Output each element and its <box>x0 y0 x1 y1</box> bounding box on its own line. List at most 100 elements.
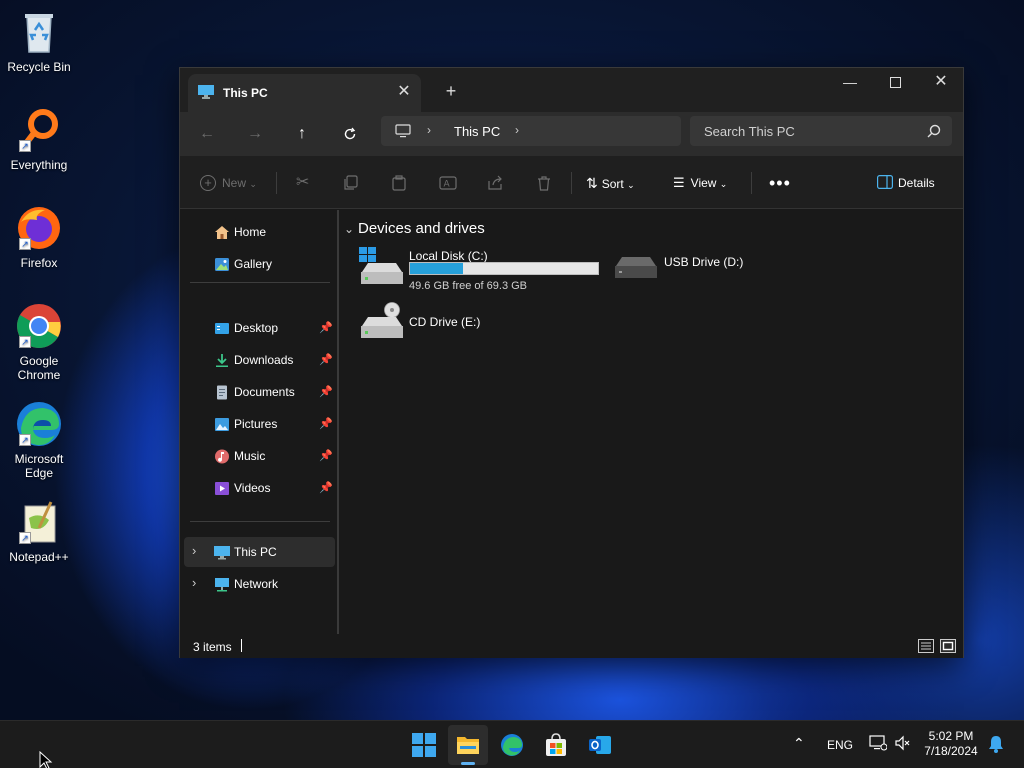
taskbar-outlook[interactable] <box>580 725 620 765</box>
sidebar-item-label: Music <box>234 449 266 463</box>
sidebar-item-desktop[interactable]: Desktop 📌 <box>184 313 335 343</box>
start-button[interactable] <box>404 725 444 765</box>
chevron-down-icon: ⌄ <box>344 222 355 236</box>
refresh-button[interactable] <box>335 120 365 148</box>
sidebar-item-gallery[interactable]: Gallery <box>184 249 335 279</box>
expand-chevron-icon[interactable]: › <box>192 543 196 558</box>
paste-button[interactable] <box>391 172 407 194</box>
show-hidden-icons-button[interactable]: ⌃ <box>793 735 805 752</box>
delete-button[interactable] <box>536 172 552 194</box>
pin-icon[interactable]: 📌 <box>319 321 333 334</box>
taskbar-edge[interactable] <box>492 725 532 765</box>
toolbar-divider <box>571 172 572 194</box>
desktop-icon-chrome[interactable]: ↗ Google Chrome <box>4 302 74 382</box>
view-button[interactable]: ☰ View ⌄ <box>673 172 727 194</box>
details-pane-icon <box>877 175 894 190</box>
pin-icon[interactable]: 📌 <box>319 417 333 430</box>
pin-icon[interactable]: 📌 <box>319 449 333 462</box>
local-disk-icon <box>359 247 403 284</box>
navigation-pane-scrollbar[interactable] <box>337 210 339 634</box>
sidebar-item-music[interactable]: Music 📌 <box>184 441 335 471</box>
address-bar[interactable]: › This PC › <box>381 116 681 146</box>
everything-search-icon: ↗ <box>15 106 63 154</box>
desktop-icon-recycle-bin[interactable]: Recycle Bin <box>4 8 74 74</box>
tab-this-pc[interactable]: This PC ✕ <box>188 74 421 112</box>
microsoft-store-icon <box>546 733 566 756</box>
minimize-button[interactable]: — <box>827 68 873 98</box>
sidebar-item-documents[interactable]: Documents 📌 <box>184 377 335 407</box>
cut-button[interactable]: ✂ <box>296 172 309 194</box>
chevron-down-icon: ⌄ <box>249 179 257 189</box>
details-label: Details <box>898 176 935 190</box>
maximize-button[interactable] <box>872 68 918 98</box>
sidebar-item-label: Network <box>234 577 279 591</box>
forward-button[interactable]: → <box>240 120 270 148</box>
volume-muted-icon[interactable] <box>895 735 911 754</box>
expand-chevron-icon[interactable]: › <box>192 575 196 590</box>
desktop-icon-firefox[interactable]: ↗ Firefox <box>4 204 74 270</box>
up-button[interactable]: ↑ <box>287 120 317 148</box>
sidebar-item-videos[interactable]: Videos 📌 <box>184 473 335 503</box>
navigation-pane: Home Gallery Desktop 📌 Downloads 📌 Docum… <box>180 210 338 634</box>
desktop-icon-notepadpp[interactable]: ↗ Notepad++ <box>4 498 74 564</box>
group-header-devices[interactable]: ⌄ Devices and drives <box>344 220 485 237</box>
shortcut-arrow-icon: ↗ <box>19 532 31 544</box>
refresh-icon <box>344 127 356 140</box>
share-icon <box>488 175 502 190</box>
language-indicator[interactable]: ENG <box>827 738 853 752</box>
pin-icon[interactable]: 📌 <box>319 385 333 398</box>
drive-item-e[interactable]: CD Drive (E:) <box>358 302 558 342</box>
large-icons-view-button[interactable] <box>940 639 956 653</box>
sidebar-item-label: Documents <box>234 385 295 399</box>
sidebar-item-network[interactable]: › Network <box>184 569 335 599</box>
sidebar-item-label: This PC <box>234 545 277 559</box>
close-window-button[interactable]: ✕ <box>918 68 964 98</box>
new-tab-button[interactable]: + <box>440 81 462 103</box>
desktop-icon-label: Microsoft Edge <box>14 452 64 480</box>
taskbar-store[interactable] <box>536 725 576 765</box>
pin-icon[interactable]: 📌 <box>319 481 333 494</box>
new-button[interactable]: + New ⌄ <box>200 172 257 194</box>
details-pane-button[interactable]: Details <box>877 172 935 194</box>
drive-item-d[interactable]: USB Drive (D:) <box>612 252 812 292</box>
tab-close-icon[interactable]: ✕ <box>395 83 413 101</box>
pictures-icon <box>215 418 229 431</box>
cd-drive-icon <box>361 302 403 338</box>
sidebar-item-downloads[interactable]: Downloads 📌 <box>184 345 335 375</box>
sort-button[interactable]: ⇅ Sort ⌄ <box>586 172 635 194</box>
toolbar-divider <box>751 172 752 194</box>
pin-icon[interactable]: 📌 <box>319 353 333 366</box>
this-pc-icon <box>214 546 230 560</box>
more-options-button[interactable]: ••• <box>769 172 791 194</box>
desktop-icon-label: Notepad++ <box>9 550 69 564</box>
shortcut-arrow-icon: ↗ <box>19 238 31 250</box>
share-button[interactable] <box>487 172 503 194</box>
title-bar[interactable]: This PC ✕ + — ✕ <box>180 68 963 112</box>
drive-usage-fill <box>410 263 464 274</box>
sidebar-item-pictures[interactable]: Pictures 📌 <box>184 409 335 439</box>
search-box[interactable]: Search This PC <box>690 116 952 146</box>
clock[interactable]: 5:02 PM 7/18/2024 <box>918 729 984 759</box>
shortcut-arrow-icon: ↗ <box>19 140 31 152</box>
breadcrumb-chevron-icon[interactable]: › <box>515 123 519 137</box>
copy-button[interactable] <box>343 172 359 194</box>
network-status-icon[interactable] <box>869 735 888 754</box>
mouse-cursor-icon <box>39 751 53 768</box>
taskbar-file-explorer[interactable] <box>448 725 488 765</box>
breadcrumb-this-pc[interactable]: This PC <box>454 124 500 139</box>
sidebar-item-label: Videos <box>234 481 271 495</box>
back-button[interactable]: ← <box>192 120 222 148</box>
sidebar-item-home[interactable]: Home <box>184 217 335 247</box>
active-app-indicator <box>461 762 475 765</box>
sidebar-item-this-pc[interactable]: › This PC <box>184 537 335 567</box>
desktop-icon-everything[interactable]: ↗ Everything <box>4 106 74 172</box>
videos-icon <box>215 482 229 495</box>
chevron-down-icon: ⌄ <box>627 180 635 190</box>
notification-bell-icon[interactable] <box>988 735 1004 756</box>
rename-button[interactable]: A <box>439 172 457 194</box>
desktop-icon-edge[interactable]: ↗ Microsoft Edge <box>4 400 74 480</box>
sidebar-item-label: Pictures <box>234 417 278 431</box>
new-icon: + <box>200 175 216 191</box>
tab-label: This PC <box>223 86 268 100</box>
details-view-button[interactable] <box>918 639 934 653</box>
